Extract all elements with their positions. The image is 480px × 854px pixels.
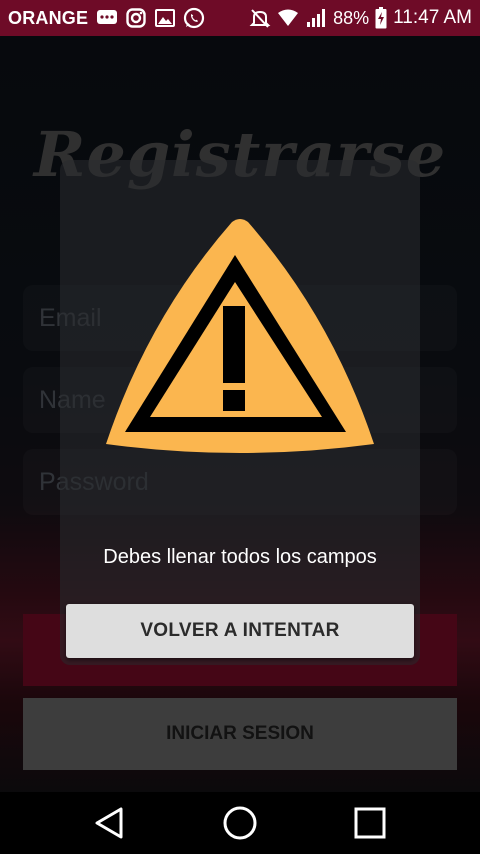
- carrier-name: ORANGE: [8, 7, 89, 28]
- whatsapp-icon: [183, 7, 205, 29]
- notification-icons: [96, 7, 205, 29]
- back-icon: [95, 807, 123, 839]
- back-button[interactable]: [69, 792, 149, 854]
- retry-button[interactable]: VOLVER A INTENTAR: [66, 604, 414, 658]
- home-icon: [223, 806, 257, 840]
- battery-percentage: 88%: [333, 7, 370, 28]
- signal-icon: [305, 7, 327, 29]
- dialog-message: Debes llenar todos los campos: [103, 546, 377, 568]
- gallery-icon: [154, 7, 176, 29]
- warning-icon: [106, 219, 374, 453]
- home-button[interactable]: [200, 792, 280, 854]
- wifi-icon: [277, 7, 299, 29]
- recents-icon: [354, 807, 386, 839]
- clock: 11:47 AM: [393, 7, 472, 28]
- messages-icon: [96, 7, 118, 29]
- instagram-icon: [125, 7, 147, 29]
- status-bar: ORANGE 88% 11:47 AM: [0, 0, 480, 36]
- mute-icon: [249, 7, 271, 29]
- recents-button[interactable]: [330, 792, 410, 854]
- navigation-bar: [0, 792, 480, 854]
- system-status: 88% 11:47 AM: [249, 7, 472, 29]
- battery-charging-icon: [375, 7, 387, 29]
